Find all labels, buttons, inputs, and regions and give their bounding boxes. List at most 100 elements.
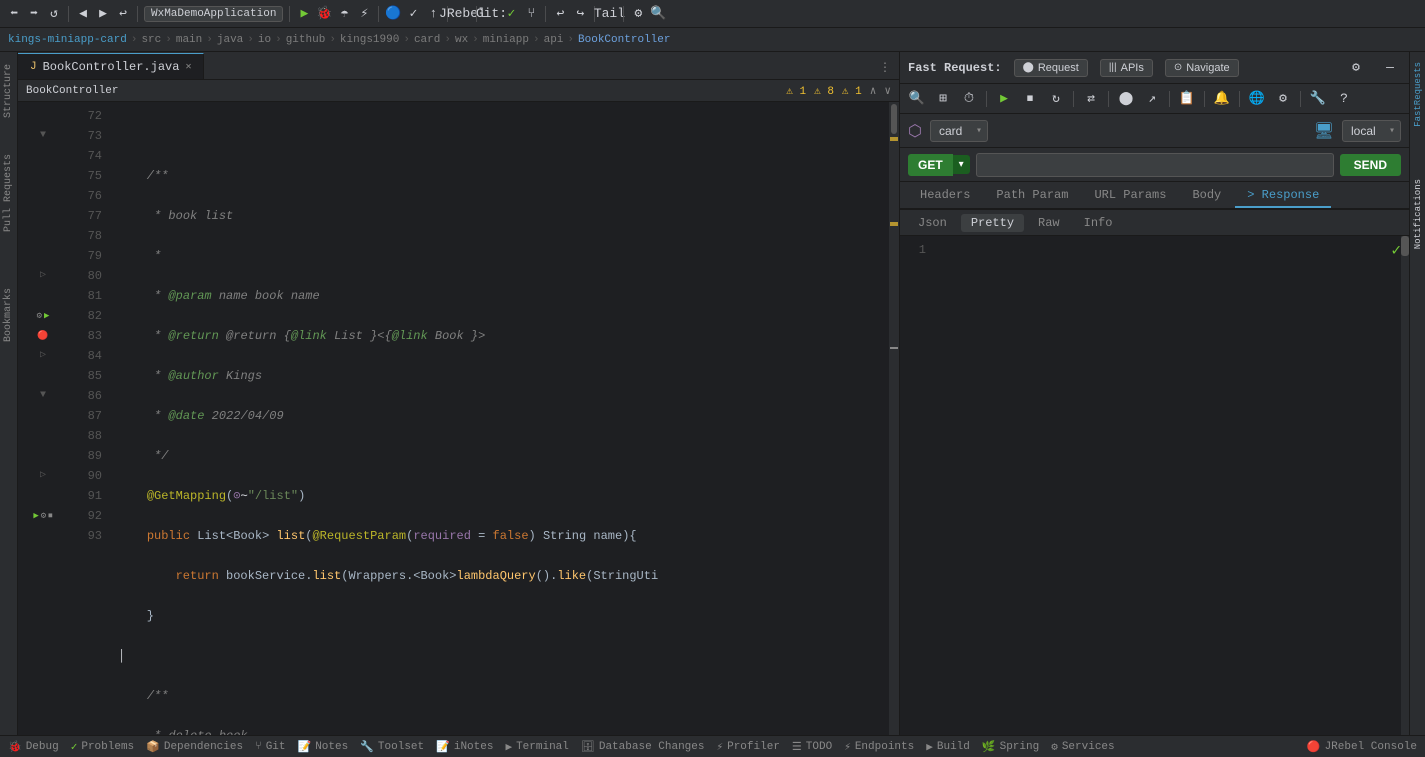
request-btn[interactable]: ⬤ Request: [1014, 59, 1088, 77]
structure-label[interactable]: Structure: [1, 56, 16, 126]
editor-scrollbar-thumb[interactable]: [891, 104, 897, 134]
back-icon[interactable]: ⬅: [6, 6, 22, 22]
tab-headers[interactable]: Headers: [908, 184, 982, 208]
fold-84[interactable]: ▷: [40, 346, 46, 366]
bc-project[interactable]: kings-miniapp-card: [8, 34, 127, 46]
response-scrollbar[interactable]: [1401, 236, 1409, 735]
todo-item[interactable]: ☰ TODO: [792, 740, 832, 754]
close-panel-icon[interactable]: —: [1379, 57, 1401, 79]
tab-path-param[interactable]: Path Param: [984, 184, 1080, 208]
run-tool-icon[interactable]: ▶: [993, 88, 1015, 110]
rebel-icon[interactable]: JRebel: [454, 6, 470, 22]
fold-73[interactable]: ▼: [40, 126, 46, 146]
fold-90[interactable]: ▷: [40, 466, 46, 486]
debug-icon[interactable]: 🐞: [316, 6, 332, 22]
endpoints-item[interactable]: ⚡ Endpoints: [844, 740, 914, 754]
stop-tool-icon[interactable]: ⏹: [1019, 88, 1041, 110]
app-name[interactable]: WxMaDemoApplication: [144, 6, 283, 22]
toolset-item[interactable]: 🔧 Toolset: [360, 740, 424, 754]
env-icon[interactable]: 🌐: [1246, 88, 1268, 110]
commit-icon[interactable]: ✓: [405, 6, 421, 22]
navigate-btn[interactable]: ⊙ Navigate: [1165, 59, 1239, 77]
undo-icon[interactable]: ↩: [115, 6, 131, 22]
fastrequest-side-label[interactable]: FastRequests: [1412, 56, 1424, 133]
problems-item[interactable]: ✓ Problems: [71, 740, 134, 754]
bell-icon[interactable]: 🔔: [1211, 88, 1233, 110]
ln-74: 74: [68, 146, 102, 166]
git-icon[interactable]: Git:: [483, 6, 499, 22]
services-item[interactable]: ⚙ Services: [1051, 740, 1114, 754]
gutter-78: [18, 226, 68, 246]
tab-bookcontroller[interactable]: J BookController.java ✕: [18, 53, 204, 79]
inotes-item[interactable]: 📝 iNotes: [436, 740, 493, 754]
grid-icon[interactable]: ⊞: [932, 88, 954, 110]
editor-scrollbar[interactable]: [889, 102, 899, 735]
redo-icon[interactable]: ↪: [572, 6, 588, 22]
coverage-icon[interactable]: ☂: [336, 6, 352, 22]
fwd2-icon[interactable]: ▶: [95, 6, 111, 22]
wrench-icon[interactable]: 🔧: [1307, 88, 1329, 110]
build-item[interactable]: ▶ Build: [926, 740, 970, 754]
db-changes-item[interactable]: 🗄 Database Changes: [581, 740, 705, 754]
subtab-json[interactable]: Json: [908, 214, 957, 232]
settings-gear-icon[interactable]: ⚙: [1345, 57, 1367, 79]
run-icon[interactable]: ▶: [296, 6, 312, 22]
method-dropdown-icon[interactable]: ▾: [953, 155, 970, 174]
apis-btn[interactable]: ||| APIs: [1100, 59, 1153, 77]
profile-icon[interactable]: ⚡: [356, 6, 372, 22]
run-icon-92[interactable]: ▶: [33, 506, 38, 526]
tab-close-icon[interactable]: ✕: [185, 61, 191, 73]
forward-icon[interactable]: ➡: [26, 6, 42, 22]
git-branch-icon[interactable]: ⑂: [523, 6, 539, 22]
bookmarks-label[interactable]: Bookmarks: [1, 280, 16, 350]
undo2-icon[interactable]: ↩: [552, 6, 568, 22]
upload-icon[interactable]: ↗: [1141, 88, 1163, 110]
server-select[interactable]: local: [1342, 120, 1401, 142]
tab-options[interactable]: ⋮: [871, 56, 899, 79]
env2-icon[interactable]: ⚙: [1272, 88, 1294, 110]
fold-86[interactable]: ▼: [40, 386, 46, 406]
refresh-icon[interactable]: ↺: [46, 6, 62, 22]
subtab-raw[interactable]: Raw: [1028, 214, 1070, 232]
bc-active[interactable]: BookController: [578, 34, 670, 46]
timer-icon[interactable]: ⏱: [958, 88, 980, 110]
terminal-item[interactable]: ▶ Terminal: [505, 740, 568, 754]
copy-icon[interactable]: 📋: [1176, 88, 1198, 110]
tab-url-params[interactable]: URL Params: [1082, 184, 1178, 208]
subtab-pretty[interactable]: Pretty: [961, 214, 1024, 232]
dependencies-item[interactable]: 📦 Dependencies: [146, 740, 243, 754]
help-icon[interactable]: ?: [1333, 88, 1355, 110]
subtab-info[interactable]: Info: [1074, 214, 1123, 232]
git-check-icon[interactable]: ✓: [503, 6, 519, 22]
tab-response[interactable]: > Response: [1235, 184, 1331, 208]
method-button[interactable]: GET: [908, 154, 953, 176]
response-scrollbar-thumb[interactable]: [1401, 236, 1409, 256]
tail-icon[interactable]: Tail: [601, 6, 617, 22]
profiler-item[interactable]: ⚡ Profiler: [716, 740, 779, 754]
nav-up-icon[interactable]: ∧: [870, 84, 877, 98]
run-icon-82[interactable]: ▶: [44, 306, 49, 326]
nav-down-icon[interactable]: ∨: [884, 84, 891, 98]
search-icon[interactable]: 🔍: [650, 6, 666, 22]
debug-item[interactable]: 🐞 Debug: [8, 740, 59, 754]
env-select[interactable]: card: [930, 120, 988, 142]
refresh-tool-icon[interactable]: ↻: [1045, 88, 1067, 110]
notes-item[interactable]: 📝 Notes: [298, 740, 349, 754]
spring-item[interactable]: 🌿 Spring: [982, 740, 1039, 754]
vcs-icon[interactable]: 🔵: [385, 6, 401, 22]
send-button[interactable]: SEND: [1340, 154, 1401, 176]
tab-body[interactable]: Body: [1180, 184, 1233, 208]
fold-80[interactable]: ▷: [40, 266, 46, 286]
pull-requests-label[interactable]: Pull Requests: [1, 146, 16, 240]
code-editor[interactable]: /** * book list * * @param name book nam…: [110, 102, 889, 735]
jrebel-console-item[interactable]: 🔴 JRebel Console: [1307, 740, 1417, 754]
gutter-84: ▷: [18, 346, 68, 366]
back2-icon[interactable]: ◀: [75, 6, 91, 22]
settings-icon[interactable]: ⚙: [630, 6, 646, 22]
sync-icon[interactable]: ⇄: [1080, 88, 1102, 110]
dot-icon[interactable]: ⬤: [1115, 88, 1137, 110]
notifications-side-label[interactable]: Notifications: [1412, 173, 1424, 255]
git-status-item[interactable]: ⑂ Git: [255, 741, 285, 753]
url-input[interactable]: [976, 153, 1334, 177]
search-tool-icon[interactable]: 🔍: [906, 88, 928, 110]
